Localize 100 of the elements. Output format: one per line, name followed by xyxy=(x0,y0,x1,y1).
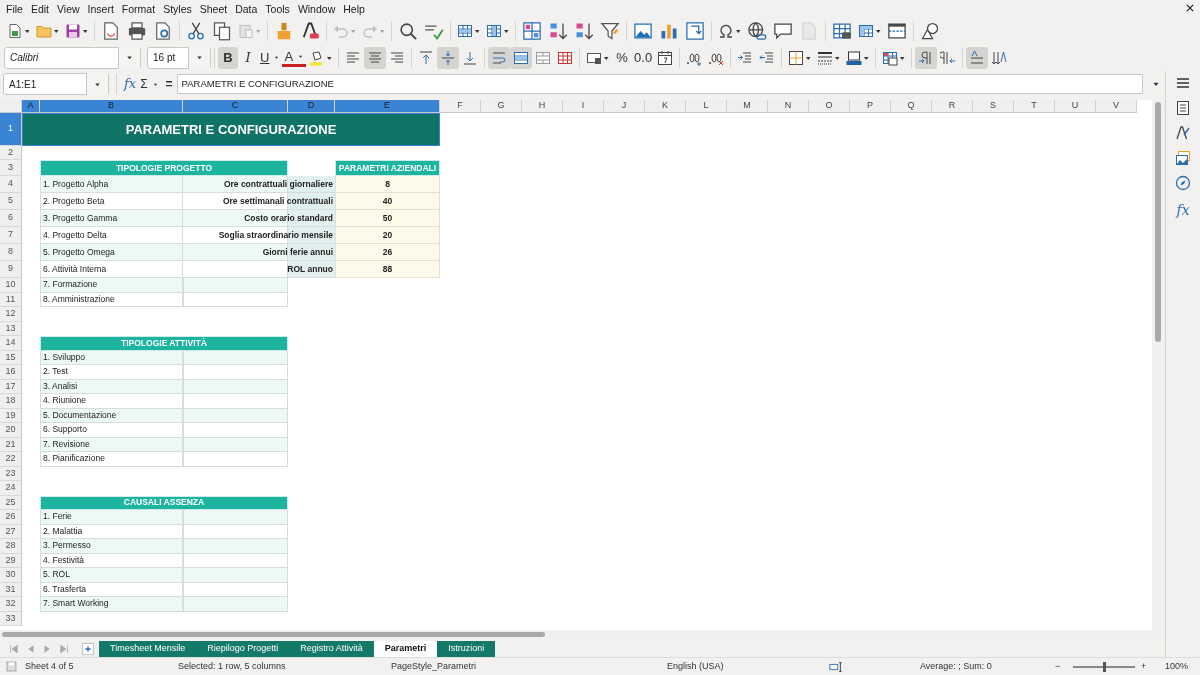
number-format-button[interactable]: 0.0 xyxy=(632,46,655,69)
table-cell[interactable]: 2. Test xyxy=(40,365,183,380)
menu-item[interactable]: Edit xyxy=(26,1,53,17)
caret-icon[interactable] xyxy=(125,53,134,62)
row-header[interactable]: 26 xyxy=(0,510,22,525)
row-header[interactable]: 14 xyxy=(0,336,22,351)
column-header[interactable]: K xyxy=(645,100,686,113)
text-direction-icon[interactable] xyxy=(966,46,989,69)
column-header[interactable]: D xyxy=(288,100,335,113)
parameter-value[interactable]: 26 xyxy=(335,244,440,261)
italic-button[interactable]: I xyxy=(238,46,258,69)
table-cell[interactable] xyxy=(183,568,288,583)
sheet-tab[interactable]: Riepilogo Progetti xyxy=(196,640,290,657)
zoom-slider-thumb[interactable] xyxy=(1102,661,1106,672)
sort-icon[interactable] xyxy=(522,20,542,42)
column-header[interactable]: V xyxy=(1096,100,1137,113)
row-header[interactable]: 10 xyxy=(0,278,22,293)
column-header[interactable]: C xyxy=(183,100,288,113)
compass-icon[interactable] xyxy=(1175,175,1191,191)
row-header[interactable]: 7 xyxy=(0,227,22,244)
table-cell[interactable] xyxy=(183,278,288,293)
wrap-text-icon[interactable] xyxy=(488,46,511,69)
row-header[interactable]: 2 xyxy=(0,146,22,160)
column-header[interactable]: A xyxy=(22,100,40,113)
font-name-field[interactable]: Calibri xyxy=(4,46,141,69)
function-wizard-button[interactable]: fx xyxy=(124,74,137,94)
row-header[interactable]: 28 xyxy=(0,539,22,554)
table-cell[interactable]: 1. Progetto Alpha xyxy=(40,176,183,193)
shapes-icon[interactable] xyxy=(920,20,940,42)
gallery-icon[interactable] xyxy=(1175,150,1191,166)
table-cell[interactable]: 4. Riunione xyxy=(40,394,183,409)
row-header[interactable]: 18 xyxy=(0,394,22,409)
selection-mode-icon[interactable] xyxy=(827,659,845,674)
menu-item[interactable]: Data xyxy=(231,1,262,17)
zoom-level[interactable]: 100% xyxy=(1165,659,1189,674)
align-middle-icon[interactable] xyxy=(437,46,460,69)
table-cell[interactable]: 3. Progetto Gamma xyxy=(40,210,183,227)
menu-item[interactable]: Format xyxy=(117,1,160,17)
sheet-tab[interactable]: Timesheet Mensile xyxy=(99,640,197,657)
parameter-value[interactable]: 88 xyxy=(335,261,440,278)
row-header[interactable]: 32 xyxy=(0,597,22,612)
column-header[interactable]: B xyxy=(40,100,183,113)
column-header[interactable]: R xyxy=(932,100,973,113)
table-cell[interactable]: 3. Permesso xyxy=(40,539,183,554)
column-header[interactable]: S xyxy=(973,100,1014,113)
row-header[interactable]: 24 xyxy=(0,481,22,496)
table-cell[interactable] xyxy=(183,452,288,467)
scrollbar-thumb[interactable] xyxy=(1155,102,1161,342)
zoom-out-button[interactable]: − xyxy=(1055,659,1067,674)
language-status[interactable]: English (USA) xyxy=(667,659,827,674)
sheet-tab[interactable]: Registro Attività xyxy=(289,640,374,657)
column-header[interactable]: I xyxy=(563,100,604,113)
column-header[interactable]: H xyxy=(522,100,563,113)
find-replace-icon[interactable] xyxy=(398,20,418,42)
column-header[interactable]: N xyxy=(768,100,809,113)
scrollbar-thumb[interactable] xyxy=(2,632,545,637)
row-header[interactable]: 4 xyxy=(0,176,22,193)
sheet-tab[interactable]: Istruzioni xyxy=(437,640,496,657)
pivot-table-icon[interactable] xyxy=(685,20,705,42)
row-header[interactable]: 3 xyxy=(0,160,22,176)
row-header[interactable]: 12 xyxy=(0,307,22,322)
row-header[interactable]: 1 xyxy=(0,113,22,146)
printer-icon[interactable] xyxy=(127,20,147,42)
row-header[interactable]: 5 xyxy=(0,193,22,210)
row-header[interactable]: 22 xyxy=(0,452,22,467)
scissors-icon[interactable] xyxy=(186,20,206,42)
table-cell[interactable]: 6. Supporto xyxy=(40,423,183,438)
parameter-value[interactable]: 50 xyxy=(335,210,440,227)
copy-icon[interactable] xyxy=(212,20,232,42)
column-header[interactable]: U xyxy=(1055,100,1096,113)
clear-formatting-icon[interactable] xyxy=(300,20,320,42)
font-color-button[interactable]: A xyxy=(282,48,307,67)
table-cell[interactable]: 1. Ferie xyxy=(40,510,183,525)
column-header[interactable]: T xyxy=(1014,100,1055,113)
parameter-value[interactable]: 20 xyxy=(335,227,440,244)
table-cell[interactable]: 4. Progetto Delta xyxy=(40,227,183,244)
row-header[interactable]: 16 xyxy=(0,365,22,380)
menu-item[interactable]: Window xyxy=(293,1,340,17)
row-header[interactable]: 20 xyxy=(0,423,22,438)
column-header[interactable]: G xyxy=(481,100,522,113)
column-header[interactable]: L xyxy=(686,100,727,113)
column-header[interactable]: F xyxy=(440,100,481,113)
menu-item[interactable]: File xyxy=(2,1,27,17)
table-cell[interactable]: 7. Formazione xyxy=(40,278,183,293)
close-icon[interactable] xyxy=(1185,3,1195,13)
comment-icon[interactable] xyxy=(773,20,793,42)
column-header[interactable]: O xyxy=(809,100,850,113)
menu-item[interactable]: Tools xyxy=(261,1,294,17)
table-cell[interactable] xyxy=(183,510,288,525)
row-header[interactable]: 6 xyxy=(0,210,22,227)
add-sheet-icon[interactable] xyxy=(81,641,95,656)
sheet-tab[interactable]: Parametri xyxy=(373,640,438,657)
menu-icon[interactable] xyxy=(1175,75,1191,91)
menu-item[interactable]: Help xyxy=(339,1,369,17)
export-document-icon[interactable] xyxy=(101,20,121,42)
zoom-in-button[interactable]: + xyxy=(1141,659,1157,674)
left-to-right-icon[interactable] xyxy=(915,46,938,69)
parameter-value[interactable]: 40 xyxy=(335,193,440,210)
menu-item[interactable]: Sheet xyxy=(195,1,232,17)
table-cell[interactable]: 8. Pianificazione xyxy=(40,452,183,467)
